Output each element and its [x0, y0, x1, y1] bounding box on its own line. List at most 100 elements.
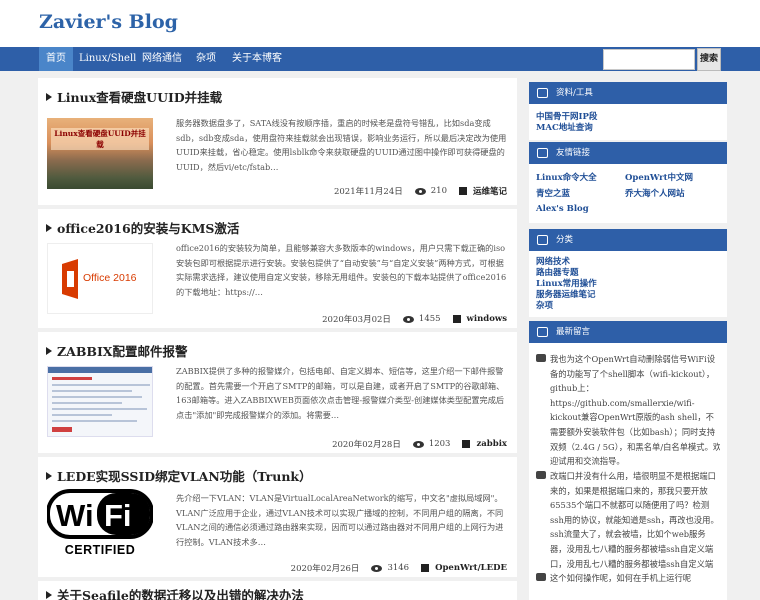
caret-right-icon [46, 472, 52, 480]
sidebar-link[interactable]: Alex's Blog [536, 204, 589, 214]
post-card: Linux查看硬盘UUID并挂载 Linux查看硬盘UUID并挂载 服务器数据盘… [38, 78, 517, 205]
post-meta: 2020年03月02日 1455 windows [322, 313, 507, 325]
sidebar-link[interactable]: 青空之蓝 [536, 187, 570, 199]
comment-bubble-icon [536, 471, 546, 479]
post-date: 2021年11月24日 [333, 187, 403, 197]
comment-icon [537, 327, 548, 337]
sidebar-friends: 友情链接 Linux命令大全 OpenWrt中文网 青空之蓝 乔大海个人网站 A… [529, 142, 727, 223]
post-category[interactable]: zabbix [476, 439, 507, 449]
sidebar-link[interactable]: Linux命令大全 [536, 171, 597, 183]
sidebar-heading-text: 分类 [556, 235, 574, 245]
caret-right-icon [46, 347, 52, 355]
post-excerpt: ZABBIX提供了多种的报警媒介，包括电邮、自定义脚本、短信等，这里介绍一下邮件… [176, 366, 505, 420]
nav-item-home[interactable]: 首页 [39, 47, 73, 71]
nav-item-linux-shell[interactable]: Linux/Shell [79, 47, 136, 71]
site-title[interactable]: Zavier's Blog [39, 11, 178, 33]
caret-right-icon [46, 224, 52, 232]
post-meta: 2020年02月28日 1203 zabbix [332, 438, 507, 450]
post-excerpt: 先介绍一下VLAN：VLAN是VirtualLocalAreaNetwork的缩… [176, 493, 504, 547]
post-excerpt: 服务器数据盘多了，SATA线没有按顺序插，重启的时候老是盘符号错乱，比如sda变… [176, 118, 507, 172]
post-date: 2020年02月26日 [290, 564, 360, 574]
post-thumbnail[interactable]: Linux查看硬盘UUID并挂载 [47, 118, 153, 189]
sidebar-heading-text: 最新留言 [556, 327, 591, 337]
post-meta: 2020年02月26日 3146 OpenWrt/LEDE [291, 562, 507, 574]
category-icon [537, 235, 548, 245]
sidebar-link[interactable]: MAC地址查询 [536, 121, 593, 133]
post-title-text[interactable]: ZABBIX配置邮件报警 [57, 344, 188, 359]
post-title[interactable]: office2016的安装与KMS激活 [46, 218, 239, 237]
comment-item[interactable]: 这个如何操作呢，如何在手机上运行呢 [536, 571, 720, 589]
post-meta: 2021年11月24日 210 运维笔记 [334, 185, 507, 197]
nav-item-about[interactable]: 关于本博客 [228, 47, 286, 71]
eye-icon [412, 440, 424, 448]
svg-text:Fi: Fi [104, 498, 132, 533]
sidebar-heading: 资料/工具 [529, 82, 727, 104]
nav-item-network[interactable]: 网络通信 [139, 47, 185, 71]
caret-right-icon [46, 591, 52, 599]
sidebar-heading: 最新留言 [529, 321, 727, 343]
post-card: LEDE实现SSID绑定VLAN功能（Trunk） Wi Fi CERTIFIE… [38, 453, 517, 577]
post-category[interactable]: 运维笔记 [473, 185, 507, 197]
thumbnail-caption: CERTIFIED [64, 543, 136, 557]
post-thumbnail[interactable]: Office 2016 [47, 243, 153, 314]
post-excerpt: office2016的安装较为简单，且能够兼容大多数版本的windows，用户只… [176, 243, 507, 297]
post-views: 1455 [418, 314, 441, 324]
comment-text: 改端口并没有什么用，墙很明显不是根据端口来的，如果是根据端口来的，那我只要开放6… [550, 471, 719, 569]
folder-icon [421, 564, 430, 572]
folder-icon [462, 440, 471, 448]
sidebar-comments: 最新留言 我也为这个OpenWrt自动删除弱信号WiFi设备的功能写了个shel… [529, 321, 727, 600]
folder-icon [452, 315, 461, 323]
comment-text: 我也为这个OpenWrt自动删除弱信号WiFi设备的功能写了个shell脚本（w… [550, 354, 720, 467]
post-date: 2020年03月02日 [322, 315, 391, 325]
post-title[interactable]: LEDE实现SSID绑定VLAN功能（Trunk） [46, 466, 312, 485]
sidebar-link[interactable]: 杂项 [536, 299, 553, 311]
sidebar-heading: 友情链接 [529, 142, 727, 164]
comment-bubble-icon [536, 573, 546, 581]
wifi-logo-icon: Wi Fi [47, 489, 153, 539]
link-icon [537, 148, 548, 158]
thumbnail-caption: Office 2016 [83, 272, 137, 284]
comment-bubble-icon [536, 354, 546, 362]
post-views: 210 [430, 186, 447, 196]
eye-icon [402, 315, 414, 323]
sidebar-link[interactable]: OpenWrt中文网 [625, 171, 693, 183]
search-button[interactable]: 搜索 [697, 48, 721, 71]
post-card: 关于Seafile的数据迁移以及出错的解决办法 [38, 577, 517, 600]
search-input[interactable] [603, 49, 695, 70]
eye-icon [371, 564, 383, 572]
post-views: 1203 [428, 439, 451, 449]
sidebar-link[interactable]: 乔大海个人网站 [625, 187, 685, 199]
post-title[interactable]: Linux查看硬盘UUID并挂载 [46, 87, 222, 106]
eye-icon [414, 187, 426, 195]
comment-item[interactable]: 我也为这个OpenWrt自动删除弱信号WiFi设备的功能写了个shell脚本（w… [536, 352, 720, 468]
post-category[interactable]: OpenWrt/LEDE [435, 563, 507, 573]
post-title[interactable]: 关于Seafile的数据迁移以及出错的解决办法 [46, 585, 304, 600]
post-category[interactable]: windows [467, 314, 507, 324]
sidebar-heading-text: 友情链接 [556, 148, 591, 158]
sidebar-heading-text: 资料/工具 [556, 88, 593, 98]
post-date: 2020年02月28日 [332, 440, 401, 450]
post-title[interactable]: ZABBIX配置邮件报警 [46, 341, 188, 360]
post-thumbnail[interactable] [47, 366, 153, 437]
comment-text: 这个如何操作呢，如何在手机上运行呢 [550, 573, 692, 583]
svg-text:Wi: Wi [56, 498, 94, 533]
post-views: 3146 [387, 563, 410, 573]
thumbnail-caption: Linux查看硬盘UUID并挂载 [51, 128, 149, 150]
site-header: Zavier's Blog [0, 0, 760, 47]
post-card: ZABBIX配置邮件报警 ZABBIX提供了多种的报警媒介，包括电邮、自定义脚本… [38, 328, 517, 453]
screenshot-thumbnail-icon [48, 367, 152, 432]
post-title-text[interactable]: Linux查看硬盘UUID并挂载 [57, 90, 222, 105]
post-thumbnail[interactable]: Wi Fi CERTIFIED [47, 489, 153, 565]
post-title-text[interactable]: LEDE实现SSID绑定VLAN功能（Trunk） [57, 469, 312, 484]
comment-item[interactable]: 改端口并没有什么用，墙很明显不是根据端口来的，如果是根据端口来的，那我只要开放6… [536, 469, 720, 573]
post-title-text[interactable]: 关于Seafile的数据迁移以及出错的解决办法 [57, 588, 304, 600]
nav-item-misc[interactable]: 杂项 [192, 47, 220, 71]
caret-right-icon [46, 93, 52, 101]
folder-icon [458, 187, 467, 195]
sidebar-heading: 分类 [529, 229, 727, 251]
post-title-text[interactable]: office2016的安装与KMS激活 [57, 221, 239, 236]
post-card: office2016的安装与KMS激活 Office 2016 office20… [38, 205, 517, 328]
sidebar-categories: 分类 网络技术 路由器专题 Linux常用操作 服务器运维笔记 杂项 [529, 229, 727, 317]
sidebar-resources: 资料/工具 中国骨干网IP段 MAC地址查询 [529, 82, 727, 140]
folder-icon [537, 88, 548, 98]
